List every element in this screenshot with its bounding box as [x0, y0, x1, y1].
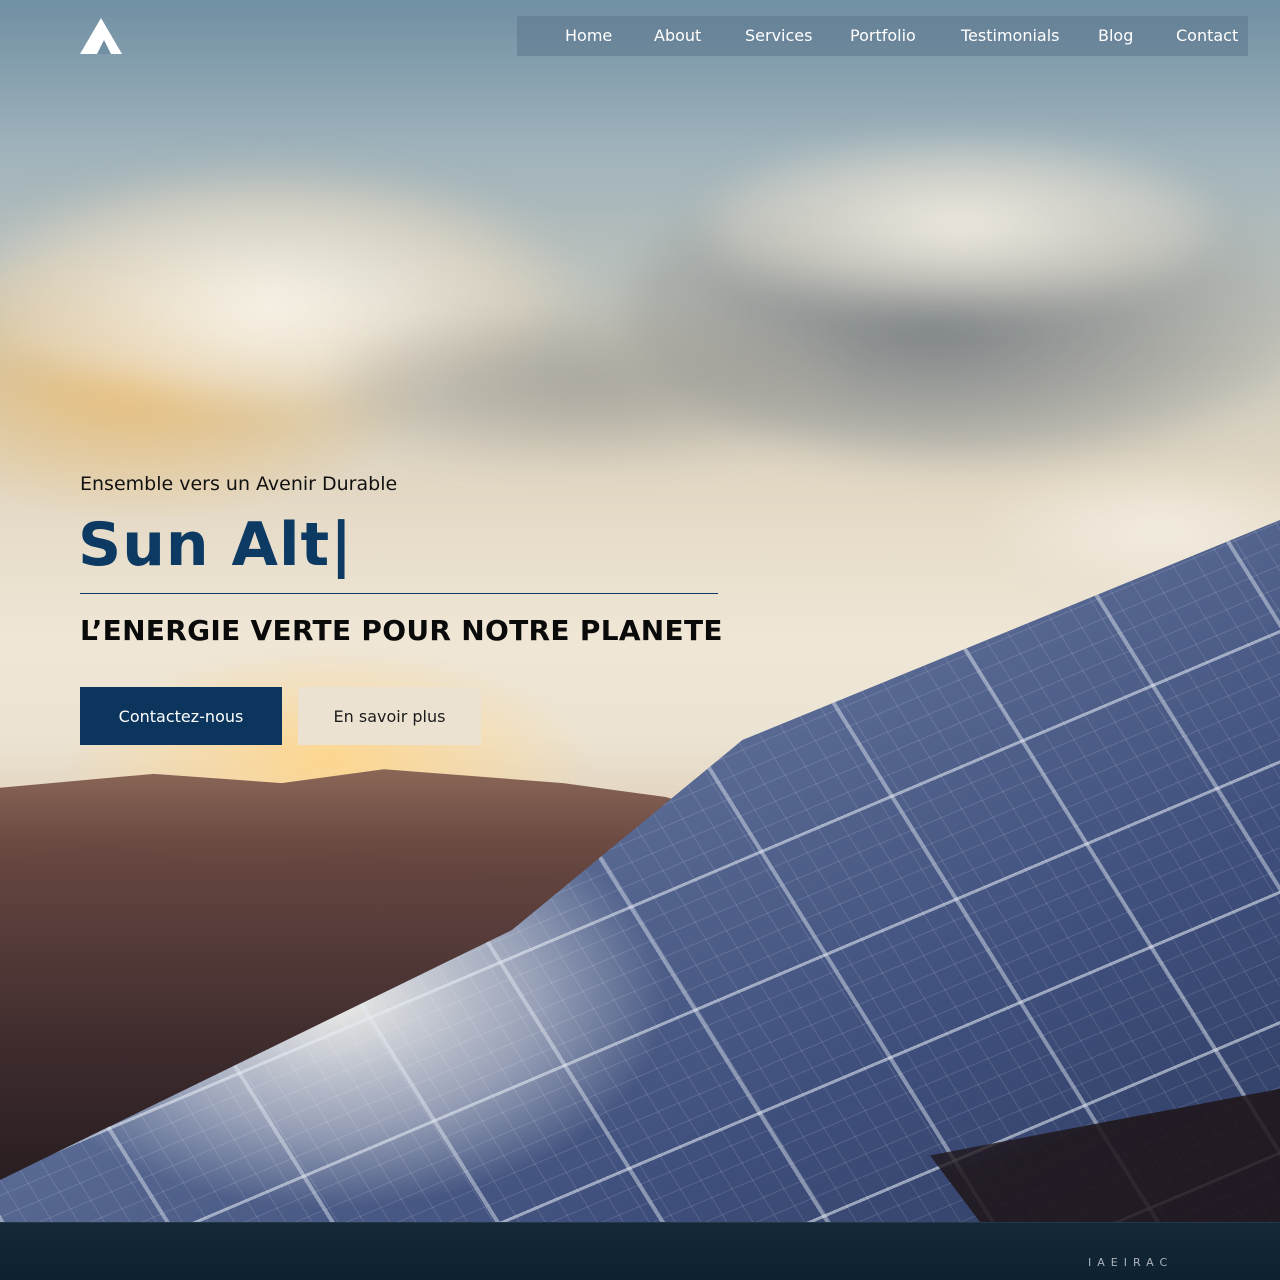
hero-background-image	[0, 0, 1280, 1222]
nav-item-contact[interactable]: Contact	[1176, 26, 1238, 45]
hero-headline: L’ENERGIE VERTE POUR NOTRE PLANETE	[80, 614, 723, 647]
hero-brand-title: Sun Alt|	[78, 510, 354, 580]
nav-item-about[interactable]: About	[654, 26, 701, 45]
learn-more-button[interactable]: En savoir plus	[298, 687, 481, 745]
nav-item-testimonials[interactable]: Testimonials	[961, 26, 1060, 45]
footer-mark: IAEIRAC	[1088, 1256, 1174, 1269]
nav-item-portfolio[interactable]: Portfolio	[850, 26, 916, 45]
cloud	[330, 310, 850, 460]
main-navigation: Home About Services Portfolio Testimonia…	[517, 16, 1248, 56]
logo-svg	[80, 18, 122, 54]
triangle-logo-icon[interactable]	[80, 18, 122, 54]
nav-item-home[interactable]: Home	[565, 26, 612, 45]
next-section-strip	[0, 1222, 1280, 1280]
contact-us-button[interactable]: Contactez-nous	[80, 687, 282, 745]
hero-tagline: Ensemble vers un Avenir Durable	[80, 473, 398, 495]
nav-item-services[interactable]: Services	[745, 26, 812, 45]
cloud	[700, 140, 1220, 310]
nav-item-blog[interactable]: Blog	[1098, 26, 1133, 45]
hero-divider	[80, 593, 718, 594]
